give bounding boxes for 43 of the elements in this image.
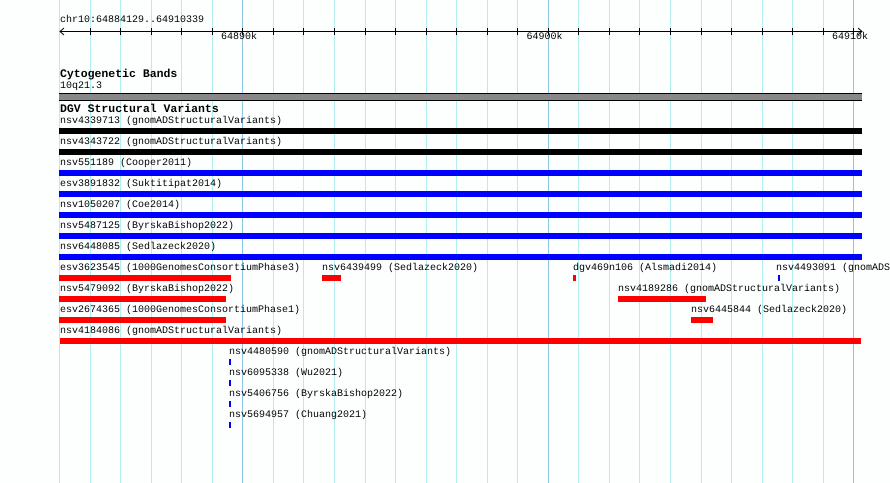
variant-label: nsv551189 (Cooper2011) bbox=[60, 158, 192, 170]
variant-label: nsv5487125 (ByrskaBishop2022) bbox=[60, 221, 234, 233]
variant-bar[interactable] bbox=[59, 128, 862, 134]
variant-label: nsv4184086 (gnomADStructuralVariants) bbox=[60, 326, 282, 338]
variant-label: nsv6439499 (Sedlazeck2020) bbox=[322, 263, 478, 275]
ruler-label: 64890k bbox=[221, 32, 257, 44]
variant-bar[interactable] bbox=[322, 275, 341, 281]
variant-bar[interactable] bbox=[59, 149, 862, 155]
variant-bar[interactable] bbox=[59, 170, 862, 176]
track-title: DGV Structural Variants bbox=[60, 103, 219, 116]
track-title: Cytogenetic Bands bbox=[60, 68, 178, 81]
cytoband-bar[interactable] bbox=[59, 93, 862, 101]
band-label: 10q21.3 bbox=[60, 81, 102, 93]
variant-label: nsv4189286 (gnomADStructuralVariants) bbox=[618, 284, 840, 296]
variant-label: nsv4480590 (gnomADStructuralVariants) bbox=[229, 347, 452, 359]
variant-bar[interactable] bbox=[691, 317, 713, 323]
variant-label: nsv4493091 (gnomADS bbox=[776, 263, 890, 275]
location-text: chr10:64884129..64910339 bbox=[60, 15, 206, 27]
variant-bar[interactable] bbox=[59, 233, 862, 239]
variant-label: nsv6448085 (Sedlazeck2020) bbox=[60, 242, 216, 254]
ruler-label: 64900k bbox=[526, 32, 562, 44]
ruler-label: 64910k bbox=[832, 32, 868, 44]
variant-label: esv3623545 (1000GenomesConsortiumPhase3) bbox=[60, 263, 300, 275]
variant-bar[interactable] bbox=[59, 254, 862, 260]
variant-label: nsv1050207 (Coe2014) bbox=[60, 200, 180, 212]
variant-label: dgv469n106 (Alsmadi2014) bbox=[573, 263, 718, 275]
variant-bar[interactable] bbox=[59, 296, 226, 302]
variant-label: esv2674365 (1000GenomesConsortiumPhase1) bbox=[60, 305, 300, 317]
variant-label: nsv6445844 (Sedlazeck2020) bbox=[691, 305, 848, 317]
variant-bar[interactable] bbox=[59, 212, 862, 218]
variant-bar[interactable] bbox=[59, 191, 862, 197]
variant-label: nsv5694957 (Chuang2021) bbox=[229, 410, 368, 422]
variant-label: nsv5406756 (ByrskaBishop2022) bbox=[229, 389, 404, 401]
variant-label: nsv5479092 (ByrskaBishop2022) bbox=[60, 284, 234, 296]
variant-label: esv3891832 (Suktitipat2014) bbox=[60, 179, 222, 191]
variant-label: nsv4339713 (gnomADStructuralVariants) bbox=[60, 116, 282, 128]
variant-label: nsv4343722 (gnomADStructuralVariants) bbox=[60, 137, 282, 149]
variant-bar[interactable] bbox=[59, 275, 231, 281]
variant-bar[interactable] bbox=[573, 275, 576, 281]
variant-bar[interactable] bbox=[60, 338, 861, 344]
variant-bar[interactable] bbox=[618, 296, 706, 302]
variant-bar[interactable] bbox=[59, 317, 226, 323]
variant-label: nsv6095338 (Wu2021) bbox=[229, 368, 344, 380]
